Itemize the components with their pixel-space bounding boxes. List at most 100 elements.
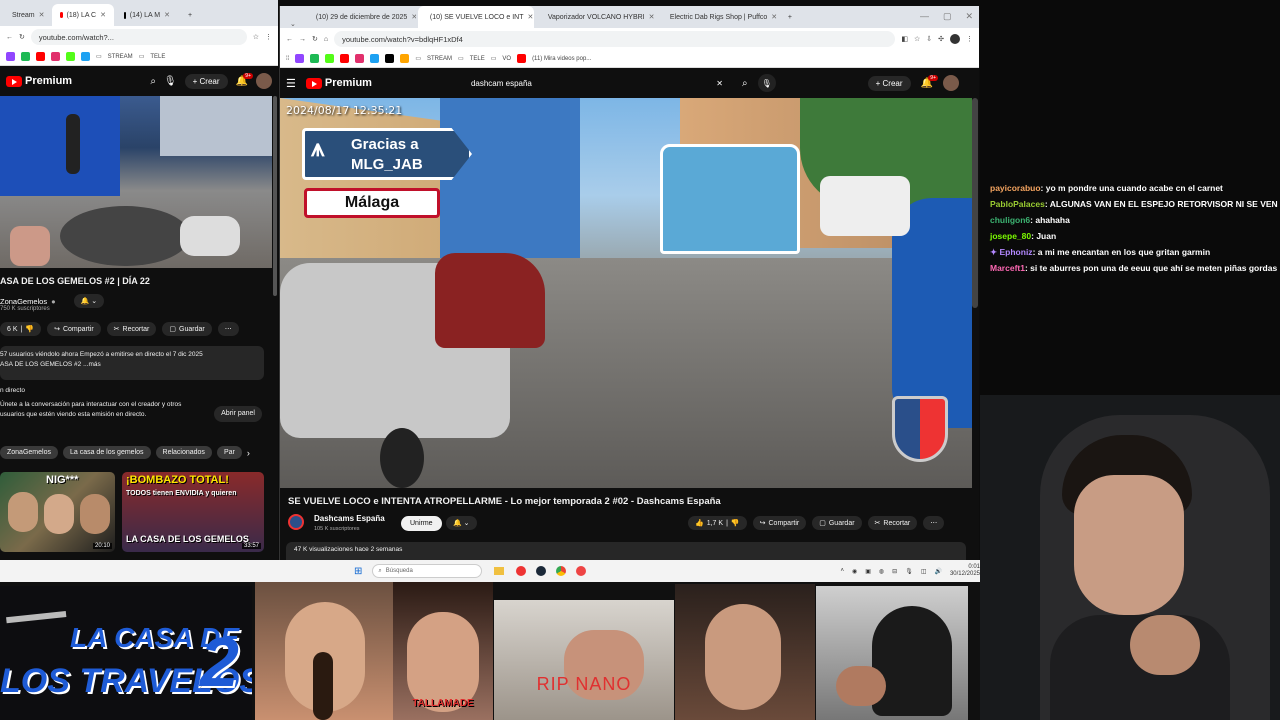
like-button[interactable]: 👍 1,7 K | 👎	[688, 516, 747, 530]
notifications-icon[interactable]: 🔔 9+	[236, 72, 253, 87]
chat-username[interactable]: chuligon6	[990, 215, 1030, 225]
mic-icon[interactable]: 🎙	[164, 76, 177, 87]
more-button[interactable]: ⋯	[217, 322, 239, 336]
avatar[interactable]	[256, 73, 272, 89]
close-icon[interactable]: ✕	[411, 13, 416, 21]
description-box[interactable]: 57 usuarios viéndolo ahora Empezó a emit…	[0, 346, 264, 380]
chat-username[interactable]: Ephoniz	[1000, 247, 1033, 257]
bookmark-icon[interactable]	[325, 54, 335, 63]
tray-icon[interactable]: ▣	[865, 568, 871, 575]
left-tab-2[interactable]: (14) LA M ✕	[116, 4, 178, 26]
chevron-right-icon[interactable]: ›	[247, 448, 250, 458]
tab-search-icon[interactable]: ⌄	[284, 20, 302, 28]
file-explorer-icon[interactable]	[494, 567, 505, 575]
clip-button[interactable]: ✂ Recortar	[106, 322, 157, 336]
reload-icon[interactable]: ↻	[19, 33, 25, 41]
star-icon[interactable]: ☆	[253, 33, 259, 41]
bookmark-folder[interactable]: VO	[502, 56, 511, 62]
close-window-icon[interactable]: ✕	[965, 11, 973, 22]
network-icon[interactable]: ◫	[921, 568, 927, 575]
open-panel-button[interactable]: Abrir panel	[214, 406, 262, 422]
youtube-logo[interactable]: Premium	[305, 77, 372, 89]
bookmark-icon[interactable]	[400, 54, 410, 63]
search-icon[interactable]: ⌕	[150, 76, 156, 87]
right-tab-2[interactable]: Vaporizador VOLCANO HYBRI ✕	[536, 6, 656, 28]
extension-icon[interactable]: ◧	[901, 35, 908, 43]
left-tab-0[interactable]: Stream ✕	[4, 4, 50, 26]
clip-button[interactable]: ✂ Recortar	[867, 516, 918, 530]
bookmark-icon[interactable]	[295, 54, 305, 63]
new-tab-button[interactable]: +	[780, 6, 796, 28]
search-icon[interactable]: ⌕	[742, 78, 748, 89]
bookmark-icon[interactable]	[36, 52, 45, 61]
main-video-player[interactable]: 2024/08/17 12:35:21 ⩚ Gracias a MLG_JAB …	[280, 98, 972, 488]
windows-start-icon[interactable]: ⊞	[354, 566, 362, 577]
bell-icon[interactable]: 🔔 ⌄	[446, 516, 477, 530]
volume-icon[interactable]: 🔊	[934, 568, 941, 575]
bookmark-link[interactable]: (11) Mira videos pop...	[532, 56, 591, 62]
right-tab-1[interactable]: (10) SE VUELVE LOCO e INT ✕	[417, 6, 534, 28]
notifications-icon[interactable]: 🔔 9+	[921, 74, 938, 89]
scrollbar[interactable]	[273, 96, 277, 296]
chat-username[interactable]: josepe_80	[990, 231, 1031, 241]
bookmark-icon[interactable]	[370, 54, 380, 63]
clear-icon[interactable]: ✕	[716, 79, 723, 88]
chip-0[interactable]: ZonaGemelos	[0, 446, 58, 459]
mic-icon[interactable]: 🎙	[757, 74, 776, 92]
bell-icon[interactable]: 🔔 ⌄	[73, 294, 105, 308]
close-icon[interactable]: ✕	[164, 11, 170, 19]
search-input[interactable]: dashcam españa ✕	[461, 73, 732, 93]
steam-icon[interactable]	[536, 566, 547, 576]
chip-2[interactable]: Relacionados	[155, 446, 212, 459]
bookmark-icon[interactable]	[51, 52, 60, 61]
share-button[interactable]: ↪ Compartir	[47, 322, 101, 336]
minimize-icon[interactable]: —	[920, 11, 929, 22]
thumbnail-0[interactable]: NIG*** 20:10	[0, 472, 115, 552]
back-icon[interactable]: ←	[6, 34, 13, 41]
new-tab-button[interactable]: +	[180, 4, 196, 26]
bookmark-icon[interactable]	[340, 54, 350, 63]
menu-dots-icon[interactable]: ⋮	[265, 33, 272, 41]
tray-icon[interactable]: ◉	[852, 568, 857, 575]
right-tab-3[interactable]: Electric Dab Rigs Shop | Puffco ✕	[658, 6, 778, 28]
description-box[interactable]: 47 K visualizaciones hace 2 semanas	[286, 542, 966, 560]
home-icon[interactable]: ⌂	[324, 36, 328, 43]
close-icon[interactable]: ✕	[39, 11, 45, 19]
left-tab-1[interactable]: (18) LA C ✕	[52, 4, 114, 26]
bookmark-folder[interactable]: TELE	[470, 56, 485, 62]
tray-icon[interactable]: ⊟	[892, 568, 897, 575]
taskbar-search[interactable]: ⌕ Búsqueda	[372, 564, 483, 578]
save-button[interactable]: ▢ Guardar	[162, 322, 212, 336]
apps-icon[interactable]: ⁞⁞	[286, 56, 289, 62]
bookmark-folder[interactable]: TELE	[150, 54, 165, 60]
close-icon[interactable]: ✕	[100, 11, 106, 19]
puzzle-icon[interactable]: ✣	[938, 35, 944, 43]
left-video-player[interactable]	[0, 96, 272, 268]
youtube-logo[interactable]: Premium	[6, 75, 72, 87]
join-button[interactable]: Unirme	[401, 516, 442, 531]
reload-icon[interactable]: ↻	[312, 35, 318, 43]
channel-avatar[interactable]	[288, 514, 304, 530]
bookmark-icon[interactable]	[21, 52, 30, 61]
download-icon[interactable]: ⇩	[926, 35, 932, 43]
forward-icon[interactable]: →	[299, 36, 306, 43]
right-tab-0[interactable]: (10) 29 de diciembre de 2025✕	[304, 6, 416, 28]
save-button[interactable]: ▢ Guardar	[812, 516, 862, 530]
scrollbar[interactable]	[972, 98, 978, 308]
app-icon[interactable]	[516, 566, 527, 576]
tray-icon[interactable]: ◍	[879, 568, 884, 575]
channel-name[interactable]: ZonaGemelos	[0, 297, 47, 306]
close-icon[interactable]: ✕	[771, 13, 777, 21]
star-icon[interactable]: ☆	[914, 35, 920, 43]
create-button[interactable]: + Crear	[184, 73, 228, 89]
chip-1[interactable]: La casa de los gemelos	[62, 446, 151, 459]
bookmark-icon[interactable]	[66, 52, 75, 61]
thumbnail-1[interactable]: ¡BOMBAZO TOTAL! TODOS tienen ENVIDIA y q…	[122, 472, 264, 552]
bookmark-icon[interactable]	[6, 52, 15, 61]
more-button[interactable]: ⋯	[923, 516, 945, 530]
close-icon[interactable]: ✕	[649, 13, 655, 21]
bookmark-icon[interactable]	[385, 54, 395, 63]
profile-icon[interactable]	[950, 34, 960, 44]
left-url-field[interactable]: youtube.com/watch?...	[30, 29, 247, 45]
chat-username[interactable]: Marceft1	[990, 263, 1025, 273]
